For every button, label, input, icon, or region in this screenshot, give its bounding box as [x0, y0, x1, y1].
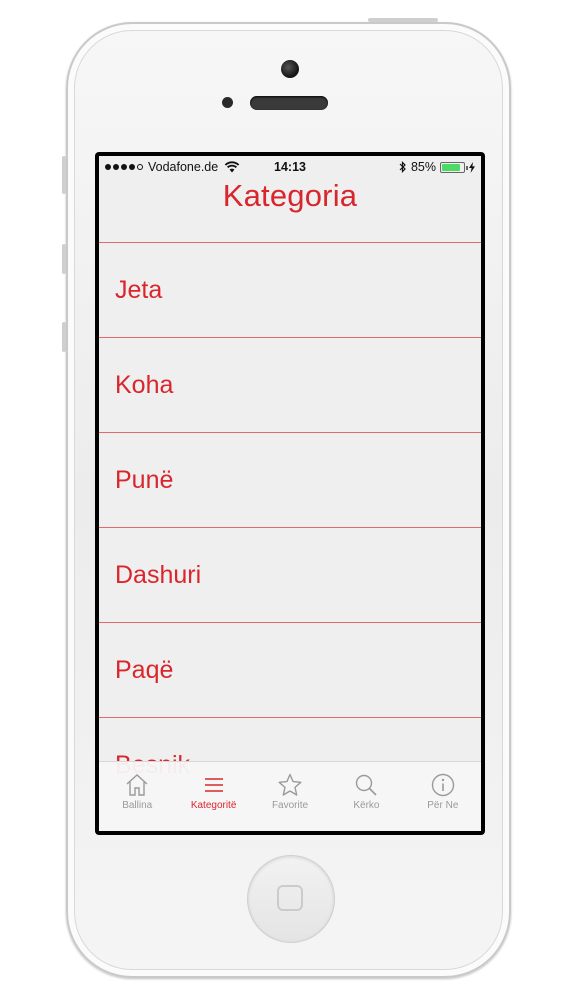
volume-down-button — [62, 322, 66, 352]
page-title: Kategoria — [222, 178, 358, 213]
app-display: Vodafone.de 14:13 85% Kategoria Jeta Koh… — [99, 156, 481, 831]
info-icon — [431, 773, 455, 797]
tab-label: Ballina — [122, 800, 153, 811]
battery-percent: 85% — [410, 160, 436, 174]
home-button-square-icon — [277, 885, 303, 911]
tab-star[interactable]: Favorite — [252, 762, 328, 831]
bluetooth-icon — [399, 161, 406, 173]
category-label: Dashuri — [115, 560, 202, 589]
battery-icon — [440, 161, 468, 173]
screen: Vodafone.de 14:13 85% Kategoria Jeta Koh… — [95, 152, 485, 835]
category-label: Punë — [115, 465, 174, 494]
category-label: Paqë — [115, 655, 174, 684]
star-icon — [278, 773, 302, 796]
proximity-sensor — [222, 97, 233, 108]
front-camera — [281, 60, 299, 78]
earpiece-speaker — [250, 96, 328, 110]
category-label: Koha — [115, 370, 174, 399]
power-button — [368, 18, 438, 22]
tab-info[interactable]: Për Ne — [405, 762, 481, 831]
category-item[interactable]: Jeta — [99, 242, 481, 337]
category-label: Jeta — [115, 275, 163, 304]
category-item[interactable]: Paqë — [99, 622, 481, 717]
home-button[interactable] — [247, 855, 335, 943]
tab-label: Kërko — [353, 800, 380, 811]
tab-list[interactable]: Kategoritë — [175, 762, 251, 831]
search-icon — [356, 774, 377, 796]
mute-switch — [62, 156, 66, 194]
status-bar: Vodafone.de 14:13 85% — [99, 156, 481, 178]
category-item[interactable]: Punë — [99, 432, 481, 527]
tab-label: Për Ne — [427, 800, 459, 811]
category-list: JetaKohaPunëDashuriPaqëBesnik — [99, 242, 481, 812]
category-item[interactable]: Koha — [99, 337, 481, 432]
volume-up-button — [62, 244, 66, 274]
tab-search[interactable]: Kërko — [328, 762, 404, 831]
list-icon — [204, 778, 223, 792]
tab-label: Favorite — [271, 800, 309, 811]
tab-home[interactable]: Ballina — [99, 762, 175, 831]
status-right: 85% — [399, 160, 475, 174]
category-item[interactable]: Dashuri — [99, 527, 481, 622]
tab-bar: Ballina Kategoritë Favorite Kërko Për Ne — [99, 761, 481, 831]
home-icon — [126, 774, 148, 796]
battery-fill — [442, 163, 460, 171]
tab-label: Kategoritë — [190, 800, 237, 811]
charging-bolt-icon — [469, 161, 475, 173]
